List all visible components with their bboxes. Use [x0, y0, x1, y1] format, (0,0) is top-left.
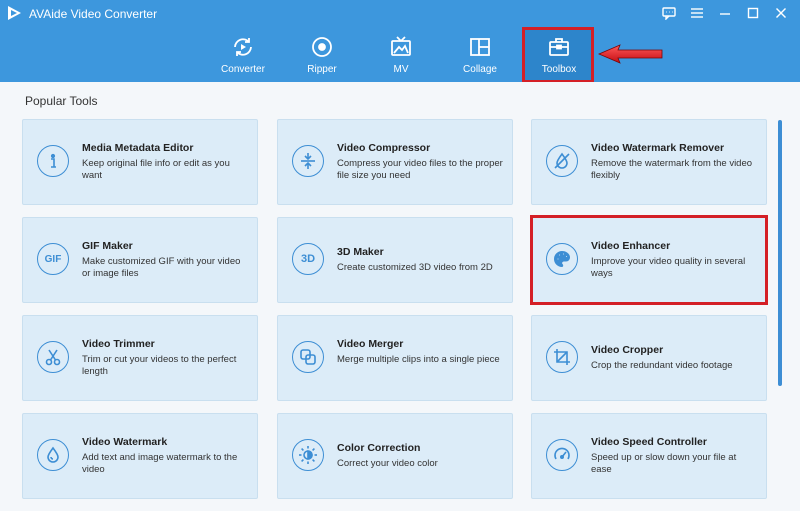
tool-description: Remove the watermark from the video flex…: [591, 158, 753, 181]
tool-description: Keep original file info or edit as you w…: [82, 158, 230, 181]
tool-title: 3D Maker: [337, 246, 384, 258]
tab-ripper[interactable]: Ripper: [287, 30, 357, 82]
close-icon[interactable]: [772, 5, 790, 21]
maximize-icon[interactable]: [744, 5, 762, 21]
tool-description: Merge multiple clips into a single piece: [337, 354, 500, 365]
tool-card-video-trimmer[interactable]: Video Trimmer Trim or cut your videos to…: [22, 315, 258, 401]
tool-card-3d-maker[interactable]: 3D 3D Maker Create customized 3D video f…: [277, 217, 513, 303]
tab-mv[interactable]: MV: [366, 30, 436, 82]
merge-icon: [292, 341, 324, 373]
menu-icon[interactable]: [688, 5, 706, 21]
converter-icon: [230, 34, 256, 60]
tool-card-media-metadata-editor[interactable]: Media Metadata Editor Keep original file…: [22, 119, 258, 205]
tool-description: Improve your video quality in several wa…: [591, 256, 746, 279]
palette-icon: [546, 243, 578, 275]
app-title: AVAide Video Converter: [29, 7, 158, 21]
info-icon: [37, 145, 69, 177]
tool-title: Video Speed Controller: [591, 436, 707, 448]
collage-icon: [467, 34, 493, 60]
tool-card-video-speed-controller[interactable]: Video Speed Controller Speed up or slow …: [531, 413, 767, 499]
section-title: Popular Tools: [25, 94, 98, 108]
pointer-arrow-icon: [598, 44, 663, 64]
tool-card-video-enhancer[interactable]: Video Enhancer Improve your video qualit…: [531, 217, 767, 303]
feedback-icon[interactable]: [660, 5, 678, 21]
tool-card-gif-maker[interactable]: GIF GIF Maker Make customized GIF with y…: [22, 217, 258, 303]
3d-icon: 3D: [292, 243, 324, 275]
tool-title: Video Merger: [337, 338, 404, 350]
tool-card-video-cropper[interactable]: Video Cropper Crop the redundant video f…: [531, 315, 767, 401]
tab-label: Collage: [463, 64, 497, 75]
tab-converter[interactable]: Converter: [208, 30, 278, 82]
scissors-icon: [37, 341, 69, 373]
tool-card-video-watermark-remover[interactable]: Video Watermark Remover Remove the water…: [531, 119, 767, 205]
tool-title: Video Trimmer: [82, 338, 155, 350]
tool-description: Trim or cut your videos to the perfect l…: [82, 354, 237, 377]
mv-icon: [388, 34, 414, 60]
tool-title: Video Compressor: [337, 142, 431, 154]
tool-description: Crop the redundant video footage: [591, 360, 733, 371]
tool-card-video-compressor[interactable]: Video Compressor Compress your video fil…: [277, 119, 513, 205]
tool-title: GIF Maker: [82, 240, 133, 252]
compress-icon: [292, 145, 324, 177]
tab-label: Toolbox: [541, 64, 577, 75]
tool-title: Video Watermark Remover: [591, 142, 725, 154]
scrollbar[interactable]: [778, 120, 782, 386]
window-controls: [660, 5, 790, 21]
main-nav: Converter Ripper MV Collage Toolbox: [0, 30, 800, 82]
gif-icon-text: GIF: [44, 253, 62, 265]
tool-title: Video Watermark: [82, 436, 168, 448]
crop-icon: [546, 341, 578, 373]
app-header: AVAide Video Converter Converter Ripper …: [0, 0, 800, 83]
tab-label: Converter: [221, 64, 265, 75]
tool-description: Compress your video files to the proper …: [337, 158, 503, 181]
tool-title: Video Cropper: [591, 344, 664, 356]
drop-icon: [37, 439, 69, 471]
tool-description: Add text and image watermark to the vide…: [82, 452, 238, 475]
tool-description: Create customized 3D video from 2D: [337, 262, 493, 273]
ripper-icon: [309, 34, 335, 60]
play-logo-icon: [8, 6, 21, 20]
3d-icon-text: 3D: [300, 253, 316, 265]
tool-description: Correct your video color: [337, 458, 438, 469]
tool-description: Speed up or slow down your file at ease: [591, 452, 737, 475]
sun-icon: [292, 439, 324, 471]
watermark-remove-icon: [546, 145, 578, 177]
tab-collage[interactable]: Collage: [445, 30, 515, 82]
tool-card-video-watermark[interactable]: Video Watermark Add text and image water…: [22, 413, 258, 499]
tool-title: Color Correction: [337, 442, 421, 454]
toolbox-content: Popular Tools Media Metadata Editor Keep…: [0, 82, 800, 511]
gif-icon: GIF: [37, 243, 69, 275]
tab-toolbox[interactable]: Toolbox: [524, 30, 594, 82]
speedometer-icon: [546, 439, 578, 471]
tab-label: Ripper: [307, 64, 337, 75]
minimize-icon[interactable]: [716, 5, 734, 21]
tool-card-video-merger[interactable]: Video Merger Merge multiple clips into a…: [277, 315, 513, 401]
tool-title: Media Metadata Editor: [82, 142, 194, 154]
tool-card-color-correction[interactable]: Color Correction Correct your video colo…: [277, 413, 513, 499]
toolbox-icon: [546, 34, 572, 60]
tool-title: Video Enhancer: [591, 240, 671, 252]
tab-label: MV: [393, 64, 409, 75]
tool-description: Make customized GIF with your video or i…: [82, 256, 241, 279]
